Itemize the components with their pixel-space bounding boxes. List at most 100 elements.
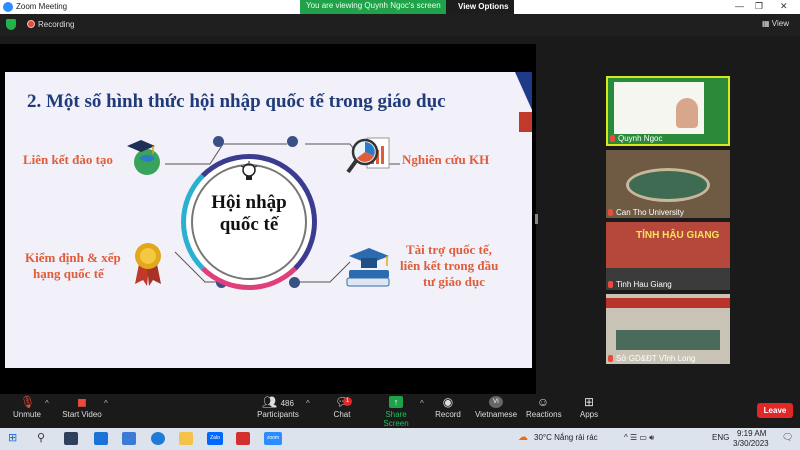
search-icon[interactable]: ⚲ xyxy=(37,431,45,444)
language-badge: VI xyxy=(489,396,503,408)
close-icon[interactable]: ✕ xyxy=(780,1,788,12)
lightbulb-icon xyxy=(240,161,258,180)
participants-icon: 👥︎ xyxy=(262,395,278,409)
participants-button[interactable]: 👥︎ 486 Participants xyxy=(256,396,300,419)
zalo-icon[interactable]: Zalo xyxy=(207,432,223,445)
reactions-label: Reactions xyxy=(526,410,562,419)
tile-label: Quynh Ngoc xyxy=(618,134,663,143)
zoom-icon xyxy=(3,2,13,12)
tray-icons[interactable]: ^ ☰ ▭ 🔊︎ xyxy=(624,433,654,443)
video-off-icon: ◼ xyxy=(77,395,87,409)
apps-icon: ⊞ xyxy=(583,395,595,409)
item-funding-line-1: Tài trợ quốc tế, xyxy=(406,242,492,257)
start-video-label: Start Video xyxy=(62,410,102,419)
view-options-label: View Options xyxy=(458,2,509,11)
camera-app-icon[interactable] xyxy=(64,432,78,445)
pdf-reader-icon[interactable] xyxy=(236,432,250,445)
video-tile-tinh-hau-giang[interactable]: TỈNH HẬU GIANG Tinh Hau Giang xyxy=(606,222,730,290)
research-magnifier-icon xyxy=(346,137,390,174)
chat-unread-badge: 1 xyxy=(343,397,352,406)
room-banner xyxy=(606,298,730,308)
start-video-button[interactable]: ◼ Start Video xyxy=(60,396,104,419)
window-title: Zoom Meeting xyxy=(16,2,68,11)
hub-label: Hội nhập quốc tế xyxy=(191,192,307,236)
reactions-button[interactable]: ☺ Reactions xyxy=(526,395,562,419)
mic-muted-icon xyxy=(608,209,613,216)
apps-button[interactable]: ⊞ Apps xyxy=(578,396,600,419)
item-funding-line-3: tư giáo dục xyxy=(423,274,485,289)
chevron-up-icon[interactable]: ^ xyxy=(104,399,108,408)
item-training-partnership: Liên kết đào tạo xyxy=(23,152,113,167)
grid-icon: ▦ xyxy=(762,19,770,28)
meeting-status-bar xyxy=(0,14,800,36)
unmute-label: Unmute xyxy=(12,410,41,419)
minimize-icon[interactable]: — xyxy=(735,1,744,11)
weather-icon: ☁ xyxy=(518,432,528,443)
language-interpretation-button[interactable]: VI Vietnamese xyxy=(474,396,518,419)
zoom-taskbar-icon[interactable]: zoom xyxy=(264,432,282,445)
input-language[interactable]: ENG xyxy=(712,433,729,442)
windows-start-icon[interactable]: ⊞ xyxy=(8,431,17,444)
view-button-label: View xyxy=(771,19,789,28)
edge-browser-icon[interactable] xyxy=(151,432,165,445)
tile-label: Can Tho University xyxy=(616,208,684,217)
video-tile-so-gddt-vinh-long[interactable]: Sở GD&ĐT Vĩnh Long xyxy=(606,294,730,364)
taskbar-date[interactable]: 3/30/2023 xyxy=(733,439,769,448)
room-table xyxy=(616,330,720,350)
participant-video xyxy=(676,98,698,128)
award-medal-icon xyxy=(135,243,161,286)
screen-share-app-icon[interactable] xyxy=(122,432,136,445)
chevron-up-icon[interactable]: ^ xyxy=(420,399,424,408)
recording-label[interactable]: Recording xyxy=(38,20,74,29)
record-label: Record xyxy=(435,410,461,419)
apps-label: Apps xyxy=(579,410,599,419)
tile-label: Tinh Hau Giang xyxy=(616,280,672,289)
mic-muted-icon xyxy=(608,355,613,362)
item-scientific-research: Nghiên cứu KH xyxy=(402,152,490,167)
shield-icon[interactable] xyxy=(6,19,16,30)
file-explorer-icon[interactable] xyxy=(179,432,193,445)
share-screen-icon: ↑ xyxy=(389,396,403,408)
record-icon: ◉ xyxy=(442,395,454,409)
room-sign: TỈNH HẬU GIANG xyxy=(636,230,720,241)
panel-splitter-handle[interactable] xyxy=(535,214,538,224)
tile-label: Sở GD&ĐT Vĩnh Long xyxy=(616,354,696,363)
smiley-icon: ☺ xyxy=(536,395,550,409)
mic-muted-icon: 🎙︎ xyxy=(20,395,36,409)
share-screen-button[interactable]: ↑ Share Screen xyxy=(374,396,418,428)
chevron-up-icon[interactable]: ^ xyxy=(45,399,49,408)
mic-muted-icon xyxy=(610,135,615,142)
view-options-button[interactable]: View Options ⌄ xyxy=(446,0,514,20)
participants-count: 486 xyxy=(280,399,294,408)
leave-button[interactable]: Leave xyxy=(757,403,793,418)
item-accreditation-line-2: hạng quốc tế xyxy=(33,266,104,281)
graduation-globe-icon xyxy=(127,140,160,175)
language-label: Vietnamese xyxy=(474,410,518,419)
recording-icon xyxy=(27,20,35,28)
chevron-up-icon[interactable]: ^ xyxy=(306,399,310,408)
item-accreditation-line-1: Kiểm định & xếp xyxy=(25,250,121,265)
chat-label: Chat xyxy=(333,410,351,419)
notification-icon[interactable]: 🗨︎ xyxy=(782,432,793,443)
record-button[interactable]: ◉ Record xyxy=(434,396,462,419)
connector-node xyxy=(289,277,300,288)
windows-taskbar xyxy=(0,428,800,450)
presentation-slide: 2. Một số hình thức hội nhập quốc tế tro… xyxy=(5,72,532,368)
hub-label-line-2: quốc tế xyxy=(219,214,279,235)
item-funding-line-2: liên kết trong đầu xyxy=(400,258,499,273)
share-screen-label: Share Screen xyxy=(383,410,409,428)
view-button[interactable]: ▦ View xyxy=(762,19,789,28)
connector-node xyxy=(213,136,224,147)
weather-text[interactable]: 30°C Nắng rải rác xyxy=(534,433,598,442)
unmute-button[interactable]: 🎙︎ Unmute xyxy=(10,396,44,419)
participants-label: Participants xyxy=(257,410,299,419)
viewing-banner-text: You are viewing Quynh Ngoc's screen xyxy=(306,1,441,10)
video-tile-quynh-ngoc[interactable]: Quynh Ngoc xyxy=(606,76,730,146)
mail-icon[interactable] xyxy=(94,432,108,445)
mic-muted-icon xyxy=(608,281,613,288)
taskbar-time[interactable]: 9:19 AM xyxy=(737,429,766,438)
maximize-icon[interactable]: ❐ xyxy=(755,1,763,12)
video-tile-can-tho-university[interactable]: Can Tho University xyxy=(606,150,730,218)
hub-label-line-1: Hội nhập xyxy=(211,192,287,213)
books-graduation-icon xyxy=(346,248,390,287)
